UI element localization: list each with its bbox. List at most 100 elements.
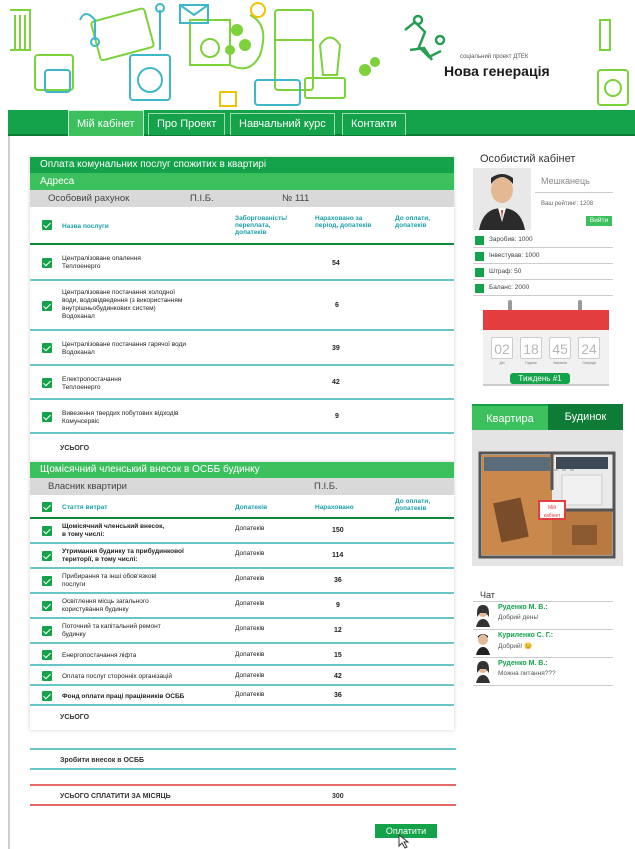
contribute-row[interactable]: Зробити внесок в ОСББ	[30, 748, 456, 770]
accrued-value: 12	[334, 627, 342, 634]
countdown-minutes: 45	[549, 337, 571, 359]
fine-icon	[475, 268, 484, 277]
row-checkbox[interactable]	[42, 343, 52, 353]
col-to-pay: До оплати, допатеків	[395, 498, 431, 512]
row-checkbox[interactable]	[42, 258, 52, 268]
accrued-value: 9	[335, 413, 339, 420]
brand-subtitle: соціальний проект ДТЕК	[460, 54, 529, 60]
tab-apartment[interactable]: Квартира	[472, 404, 548, 430]
brand-title: Нова генерація	[444, 63, 550, 79]
countdown-days: 02	[491, 337, 513, 359]
service-name: Централізоване постачання гарячої води В…	[62, 341, 187, 356]
table-row: Електропостачання Теплоенерго 42	[30, 366, 454, 400]
row-checkbox[interactable]	[42, 412, 52, 422]
row-checkbox[interactable]	[42, 691, 52, 701]
expense-name: Щомісячний членський внесок, в тому числ…	[62, 523, 165, 538]
nav-my-cabinet[interactable]: Мій кабінет	[68, 110, 144, 136]
expense-unit: Допатеків	[235, 672, 265, 679]
row-checkbox[interactable]	[42, 526, 52, 536]
expense-name: Енергопостачання ліфта	[62, 652, 137, 659]
grand-total-label: УСЬОГО СПЛАТИТИ ЗА МІСЯЦЬ	[60, 793, 171, 800]
accrued-value: 150	[332, 527, 344, 534]
owner-name: П.І.Б.	[314, 481, 338, 492]
table-row: Централізоване постачання холодної води,…	[30, 281, 454, 331]
invested-icon	[475, 252, 484, 261]
days-label: Дні	[499, 361, 505, 365]
nav-contacts[interactable]: Контакти	[342, 113, 406, 135]
accrued-value: 42	[334, 673, 342, 680]
row-checkbox[interactable]	[42, 601, 52, 611]
account-number: № 111	[282, 193, 310, 204]
calendar-header	[483, 310, 609, 330]
row-checkbox[interactable]	[42, 626, 52, 636]
row-checkbox[interactable]	[42, 671, 52, 681]
table-row: Освітлення місць загального користування…	[30, 594, 454, 619]
stat-text: Заробив: 1000	[489, 236, 533, 243]
table-row: Прибирання та інші обов'язкові послуги Д…	[30, 569, 454, 594]
tab-building[interactable]: Будинок	[548, 404, 623, 430]
table-row: Фонд оплати праці працівників ОСББ Допат…	[30, 686, 454, 706]
col-debt: Заборгованість/ переплата, допатеків	[235, 215, 288, 236]
logout-button[interactable]: Вийти	[586, 216, 612, 226]
col-to-pay: До оплати, допатеків	[395, 215, 431, 229]
nav-course[interactable]: Навчальний курс	[230, 113, 335, 135]
select-all-checkbox[interactable]	[42, 502, 52, 512]
apartment-plan[interactable]: Мій кабінет	[472, 430, 623, 566]
expense-unit: Допатеків	[235, 525, 265, 532]
chat-message: Руденко М. В.: Добрий день!	[473, 602, 613, 630]
main-nav: Мій кабінет Про Проект Навчальний курс К…	[8, 110, 635, 136]
chat-author: Руденко М. В.:	[498, 604, 548, 611]
expense-name: Поточний та капітальний ремонт будинку	[62, 623, 161, 638]
service-name: Електропостачання Теплоенерго	[62, 376, 122, 391]
stat-text: Баланс: 2000	[489, 284, 530, 291]
osbb-title: Щомісячний членський внесок в ОСББ будин…	[30, 462, 454, 478]
service-name: Вивезення твердих побутових відходів Ком…	[62, 410, 179, 425]
row-checkbox[interactable]	[42, 551, 52, 561]
table-row: Щомісячний членський внесок, в тому числ…	[30, 519, 454, 544]
row-checkbox[interactable]	[42, 378, 52, 388]
col-service: Назва послуги	[62, 223, 109, 230]
col-accrued: Нараховано за період, допатеків	[315, 215, 372, 229]
chat-text: Добрий день!	[498, 614, 539, 621]
osbb-table-header: Стаття витрат Допатеків Нараховано До оп…	[30, 495, 454, 519]
seconds-label: Секунди	[582, 361, 596, 365]
select-all-checkbox[interactable]	[42, 220, 52, 230]
osbb-panel: Щомісячний членський внесок в ОСББ будин…	[30, 462, 454, 730]
row-checkbox[interactable]	[42, 650, 52, 660]
cursor-icon	[398, 834, 410, 849]
account-label: Особовий рахунок	[48, 193, 130, 204]
stat-text: Інвестував: 1000	[489, 252, 540, 259]
nav-about[interactable]: Про Проект	[148, 113, 226, 135]
stat-fine: Штраф: 50	[473, 264, 613, 280]
table-row: Енергопостачання ліфта Допатеків 15	[30, 644, 454, 666]
countdown-seconds: 24	[578, 337, 600, 359]
week-badge: Тиждень #1	[510, 373, 570, 384]
contribute-label: Зробити внесок в ОСББ	[60, 757, 144, 764]
row-checkbox[interactable]	[42, 576, 52, 586]
chat-message: Руденко М. В.: Можна питання???	[473, 658, 613, 686]
chat-author: Руденко М. В.:	[498, 660, 548, 667]
address-label: Адреса	[30, 173, 454, 190]
stat-invested: Інвестував: 1000	[473, 248, 613, 264]
grand-total-value: 300	[332, 793, 344, 800]
total-label: УСЬОГО	[60, 445, 90, 452]
service-name: Централізоване опалення Теплоенерго	[62, 255, 141, 270]
table-row: Утримання будинку та прибудинкової терит…	[30, 544, 454, 569]
user-rating: Ваш рейтинг: 1208	[541, 201, 594, 207]
accrued-value: 15	[334, 652, 342, 659]
female-avatar-icon	[476, 661, 490, 683]
grand-total-row: УСЬОГО СПЛАТИТИ ЗА МІСЯЦЬ 300	[30, 784, 456, 806]
expense-unit: Допатеків	[235, 600, 265, 607]
expense-name: Фонд оплати праці працівників ОСББ	[62, 693, 185, 700]
accrued-value: 36	[334, 692, 342, 699]
expense-name: Освітлення місць загального користування…	[62, 598, 149, 613]
balance-icon	[475, 284, 484, 293]
row-checkbox[interactable]	[42, 301, 52, 311]
col-accrued: Нараховано	[315, 504, 354, 511]
expense-name: Прибирання та інші обов'язкові послуги	[62, 573, 157, 588]
accrued-value: 9	[336, 602, 340, 609]
female-avatar-icon	[476, 605, 490, 627]
user-status: Мешканець	[541, 176, 590, 186]
plan-marker[interactable]: Мій кабінет	[538, 500, 566, 520]
table-row: Централізоване постачання гарячої води В…	[30, 331, 454, 366]
